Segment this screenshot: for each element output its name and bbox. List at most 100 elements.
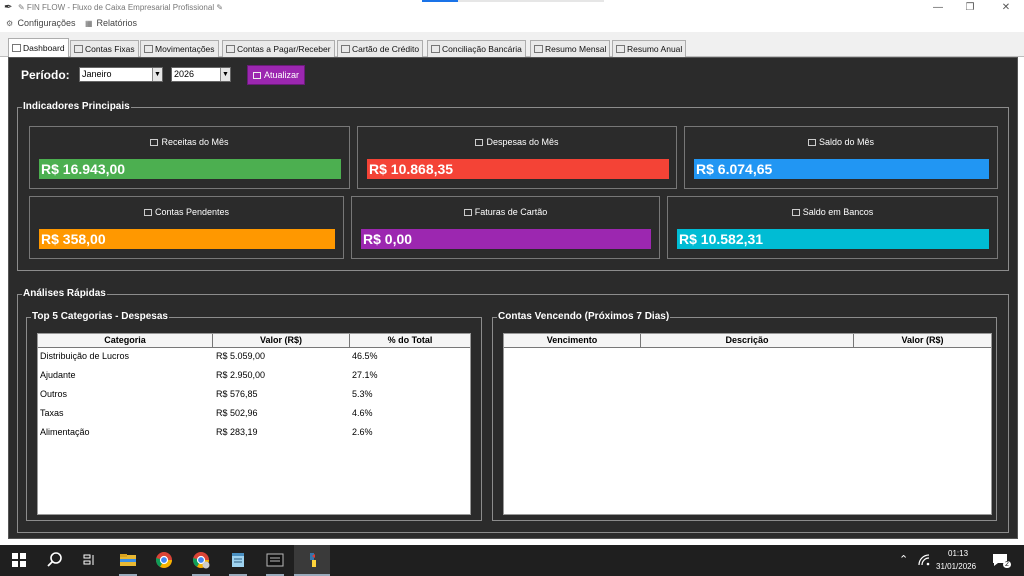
tab-label: Resumo Anual (627, 44, 683, 54)
credit-card-icon (341, 45, 350, 53)
card-saldo-bancos: Saldo em Bancos R$ 10.582,31 (667, 196, 998, 259)
gear-icon: ⚙ (6, 19, 14, 28)
task-view-icon[interactable] (81, 551, 99, 569)
chrome-profile-icon[interactable] (192, 551, 210, 569)
column-header[interactable]: Descrição (641, 334, 854, 348)
card-label: Despesas do Mês (486, 137, 559, 147)
file-explorer-icon[interactable] (119, 551, 137, 569)
refresh-button[interactable]: Atualizar (247, 65, 305, 85)
column-header[interactable]: Valor (R$) (213, 334, 350, 348)
transfer-icon (144, 45, 153, 53)
title-progress-indicator (422, 0, 458, 2)
tab-cartao-credito[interactable]: Cartão de Crédito (337, 40, 424, 57)
column-header[interactable]: Categoria (38, 334, 213, 348)
bill-icon (226, 45, 235, 53)
table-row[interactable]: Alimentação R$ 283,19 2.6% (38, 424, 470, 443)
percent-cell: 27.1% (352, 370, 378, 380)
column-header[interactable]: Valor (R$) (854, 334, 991, 348)
card-label: Receitas do Mês (161, 137, 229, 147)
category-cell: Outros (40, 389, 68, 399)
value-cell: R$ 283,19 (216, 427, 258, 437)
alarm-clock-icon (143, 209, 152, 216)
clock-date[interactable]: 31/01/2026 (936, 562, 976, 571)
top5-title: Top 5 Categorias - Despesas (31, 311, 169, 322)
tab-contas-pagar-receber[interactable]: Contas a Pagar/Receber (222, 40, 335, 57)
vencendo-title: Contas Vencendo (Próximos 7 Dias) (497, 311, 671, 322)
report-icon: ▦ (85, 19, 93, 28)
period-label: Período: (21, 68, 70, 82)
month-select[interactable]: Janeiro ▼ (79, 67, 163, 82)
analises-group: Análises Rápidas Top 5 Categorias - Desp… (17, 288, 1009, 533)
clock-time[interactable]: 01:13 (948, 549, 968, 558)
table-row[interactable]: Taxas R$ 502,96 4.6% (38, 405, 470, 424)
wifi-icon[interactable] (916, 552, 934, 570)
feather-icon: ✒ (4, 2, 13, 13)
card-saldo-mes: Saldo do Mês R$ 6.074,65 (684, 126, 998, 189)
refresh-icon (252, 72, 261, 79)
category-cell: Alimentação (40, 427, 90, 437)
tab-label: Conciliação Bancária (442, 44, 522, 54)
vencendo-table[interactable]: Vencimento Descrição Valor (R$) (503, 333, 992, 515)
search-icon[interactable] (46, 551, 64, 569)
tab-label: Movimentações (155, 44, 215, 54)
minimize-button[interactable]: — (926, 1, 950, 15)
card-despesas: Despesas do Mês R$ 10.868,35 (357, 126, 677, 189)
card-faturas-cartao: Faturas de Cartão R$ 0,00 (351, 196, 660, 259)
card-receitas: Receitas do Mês R$ 16.943,00 (29, 126, 350, 189)
tab-label: Cartão de Crédito (352, 44, 420, 54)
title-progress-track (458, 0, 604, 2)
table-row[interactable]: Outros R$ 576,85 5.3% (38, 386, 470, 405)
column-header[interactable]: Vencimento (504, 334, 641, 348)
card-contas-pendentes: Contas Pendentes R$ 358,00 (29, 196, 344, 259)
tab-resumo-anual[interactable]: Resumo Anual (612, 40, 687, 57)
tab-dashboard[interactable]: Dashboard (8, 38, 69, 58)
chevron-up-icon[interactable]: ⌃ (899, 553, 908, 566)
category-cell: Taxas (40, 408, 64, 418)
notepad-icon[interactable] (229, 551, 247, 569)
title-bar: ✒ ✎ FIN FLOW - Fluxo de Caixa Empresaria… (0, 0, 1024, 16)
tab-label: Resumo Mensal (545, 44, 607, 54)
year-select[interactable]: 2026 ▼ (171, 67, 231, 82)
category-cell: Distribuição de Lucros (40, 351, 130, 361)
menu-configuracoes[interactable]: ⚙ Configurações (6, 18, 76, 28)
top5-table[interactable]: Categoria Valor (R$) % do Total Distribu… (37, 333, 471, 515)
chrome-icon[interactable] (155, 551, 173, 569)
tab-conciliacao-bancaria[interactable]: Conciliação Bancária (427, 40, 526, 57)
menu-bar: ⚙ Configurações ▦ Relatórios (0, 16, 1024, 32)
taskbar: ⌃ 01:13 31/01/2026 2 (0, 545, 1024, 576)
terminal-icon[interactable] (266, 551, 284, 569)
window-title: ✎ FIN FLOW - Fluxo de Caixa Empresarial … (18, 3, 224, 12)
indicators-group: Indicadores Principais Receitas do Mês R… (17, 101, 1009, 271)
table-header: Categoria Valor (R$) % do Total (38, 334, 470, 348)
card-value: R$ 6.074,65 (694, 159, 989, 179)
tab-label: Contas Fixas (85, 44, 135, 54)
indicators-title: Indicadores Principais (22, 101, 131, 112)
percent-cell: 5.3% (352, 389, 373, 399)
tab-contas-fixas[interactable]: Contas Fixas (70, 40, 139, 57)
card-label: Saldo do Mês (818, 137, 875, 147)
table-row[interactable]: Distribuição de Lucros R$ 5.059,00 46.5% (38, 348, 470, 367)
category-cell: Ajudante (40, 370, 76, 380)
bank-icon (791, 209, 800, 216)
dashboard-panel: Período: Janeiro ▼ 2026 ▼ Atualizar Indi… (8, 57, 1018, 539)
table-row[interactable]: Ajudante R$ 2.950,00 27.1% (38, 367, 470, 386)
table-header: Vencimento Descrição Valor (R$) (504, 334, 991, 348)
windows-start-icon[interactable] (12, 553, 30, 571)
tab-movimentacoes[interactable]: Movimentações (140, 40, 219, 57)
chart-icon (616, 45, 625, 53)
percent-cell: 4.6% (352, 408, 373, 418)
tab-label: Dashboard (23, 43, 65, 53)
python-app-icon[interactable] (303, 551, 321, 569)
maximize-button[interactable]: ❐ (958, 1, 982, 15)
tab-resumo-mensal[interactable]: Resumo Mensal (530, 40, 611, 57)
percent-cell: 2.6% (352, 427, 373, 437)
money-out-icon (475, 139, 484, 146)
close-button[interactable]: ✕ (994, 1, 1018, 15)
value-cell: R$ 502,96 (216, 408, 258, 418)
value-cell: R$ 576,85 (216, 389, 258, 399)
value-cell: R$ 5.059,00 (216, 351, 266, 361)
chevron-down-icon[interactable]: ▼ (220, 68, 230, 81)
column-header[interactable]: % do Total (350, 334, 470, 348)
chevron-down-icon[interactable]: ▼ (152, 68, 162, 81)
menu-relatorios[interactable]: ▦ Relatórios (85, 18, 137, 28)
